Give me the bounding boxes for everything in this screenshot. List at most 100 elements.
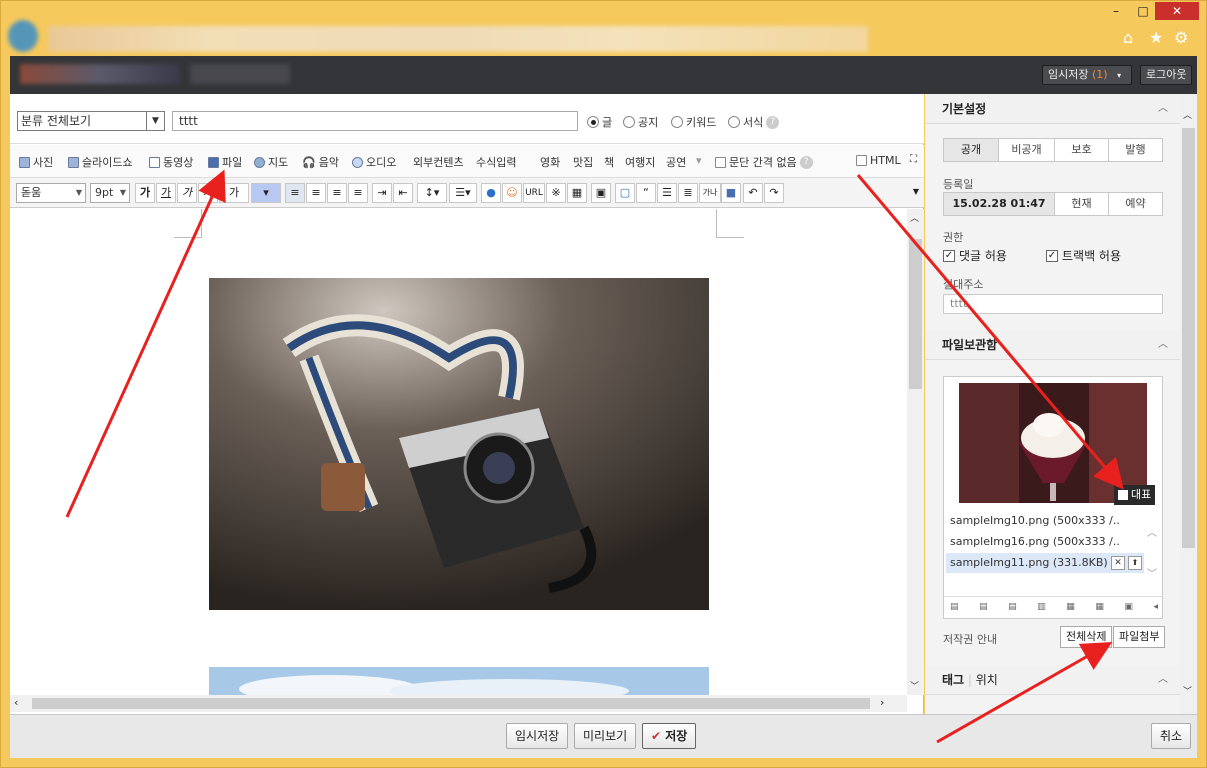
temp-save-list-button[interactable]: 임시저장 (1) ▾ <box>1042 65 1132 85</box>
radio-post[interactable]: 글 <box>587 114 612 130</box>
emoticon-icon[interactable]: ● <box>481 183 501 203</box>
category-select[interactable]: 분류 전체보기 ▼ <box>17 111 165 131</box>
star-icon[interactable]: ★ <box>1149 28 1163 47</box>
close-button[interactable]: ✕ <box>1155 2 1199 20</box>
editor-content[interactable] <box>10 209 907 695</box>
undo-icon[interactable]: ↶ <box>743 183 763 203</box>
layout-center-icon[interactable]: ▤ <box>979 602 988 612</box>
radio-notice[interactable]: 공지 <box>623 114 658 130</box>
divider-icon[interactable]: ☰ <box>657 183 677 203</box>
outdent-icon[interactable]: ⇤ <box>393 183 413 203</box>
chevron-down-icon[interactable]: ﹀ <box>1183 684 1192 697</box>
preview-button[interactable]: 미리보기 <box>574 723 637 749</box>
box-icon[interactable]: ▣ <box>591 183 611 203</box>
chevron-left-icon[interactable]: ‹ <box>14 696 18 709</box>
insert-show-button[interactable]: 공연 <box>666 154 686 170</box>
insert-formula-button[interactable]: 수식입력 <box>476 154 516 170</box>
file-storage-header[interactable]: 파일보관함 ︿ <box>925 330 1180 360</box>
list-icon[interactable]: ☰▾ <box>449 183 477 203</box>
text-color-button[interactable]: 가 <box>219 183 249 203</box>
regdate-reserve-button[interactable]: 예약 <box>1108 192 1163 216</box>
visibility-protected[interactable]: 보호 <box>1054 138 1109 162</box>
allow-trackback-checkbox[interactable]: ✓ 트랙백 허용 <box>1046 247 1121 264</box>
chevron-up-icon[interactable]: ︿ <box>1158 330 1168 360</box>
table-icon[interactable]: ▦ <box>567 183 587 203</box>
title-input[interactable]: tttt <box>172 111 578 131</box>
speaker-icon[interactable]: ◂ <box>1153 602 1158 612</box>
visibility-publish[interactable]: 발행 <box>1108 138 1163 162</box>
help-icon[interactable]: ? <box>766 115 780 129</box>
tag-tab[interactable]: 태그 <box>942 673 964 687</box>
layout-left-icon[interactable]: ▤ <box>950 602 959 612</box>
regdate-value[interactable]: 15.02.28 01:47 <box>943 192 1055 216</box>
save-icon[interactable]: ■ <box>721 183 741 203</box>
sky-photo[interactable] <box>209 667 709 695</box>
tag-location-header[interactable]: 태그 | 위치 ︿ <box>925 665 1180 695</box>
alias-input[interactable]: tttt <box>943 294 1163 314</box>
special-char-icon[interactable]: ※ <box>546 183 566 203</box>
redo-icon[interactable]: ↷ <box>764 183 784 203</box>
chevron-up-icon[interactable]: ︿ <box>910 211 919 224</box>
insert-travel-button[interactable]: 여행지 <box>625 154 655 170</box>
h-scroll-thumb[interactable] <box>32 698 870 709</box>
layout-full-icon[interactable]: ▥ <box>1037 602 1046 612</box>
copyright-label[interactable]: 저작권 안내 <box>943 631 997 647</box>
layout-slide-icon[interactable]: ▣ <box>1124 602 1133 612</box>
file-insert-icon[interactable]: ⬆ <box>1128 556 1142 570</box>
insert-music-button[interactable]: 🎧 음악 <box>302 154 339 170</box>
textbox-icon[interactable]: ▢ <box>615 183 635 203</box>
insert-movie-button[interactable]: 영화 <box>540 154 560 170</box>
cancel-button[interactable]: 취소 <box>1151 723 1192 749</box>
home-icon[interactable]: ⌂ <box>1123 28 1133 47</box>
insert-photo-button[interactable]: 사진 <box>19 154 53 170</box>
paragraph-spacing-toggle[interactable]: 문단 간격 없음? <box>715 154 813 170</box>
radio-keyword[interactable]: 키워드 <box>671 114 716 130</box>
insert-video-button[interactable]: 동영상 <box>149 154 193 170</box>
toolbar-expand-icon[interactable]: ▼ <box>906 183 926 203</box>
bg-color-button[interactable]: ▾ <box>251 183 281 203</box>
insert-external-button[interactable]: 외부컨텐츠 <box>413 154 464 170</box>
font-select[interactable]: 돋움 ▼ <box>16 183 86 203</box>
underline-button[interactable]: 가 <box>156 183 176 203</box>
file-delete-icon[interactable]: ✕ <box>1111 556 1125 570</box>
allow-comment-checkbox[interactable]: ✓ 댓글 허용 <box>943 247 1007 264</box>
temp-save-button[interactable]: 임시저장 <box>506 723 569 749</box>
url-button[interactable]: URL <box>523 183 545 203</box>
size-select[interactable]: 9pt ▼ <box>90 183 130 203</box>
spellcheck-icon[interactable]: 가나 <box>699 183 721 203</box>
smiley-icon[interactable]: ☺ <box>502 183 522 203</box>
quote-icon[interactable]: “ <box>636 183 656 203</box>
save-button[interactable]: ✔ 저장 <box>642 723 697 749</box>
fullscreen-icon[interactable]: ⛶ <box>910 154 917 165</box>
bold-button[interactable]: 가 <box>135 183 155 203</box>
insert-file-button[interactable]: 파일 <box>208 154 242 170</box>
scroll-thumb[interactable] <box>909 239 922 389</box>
radio-template[interactable]: 서식? <box>728 114 780 130</box>
chevron-up-icon[interactable]: ︿ <box>1158 94 1168 124</box>
chevron-up-icon[interactable]: ︿ <box>1147 524 1157 539</box>
editor-horizontal-scrollbar[interactable]: ‹ › <box>10 695 907 712</box>
camera-photo[interactable] <box>209 278 709 610</box>
chevron-right-icon[interactable]: › <box>880 696 884 709</box>
insert-map-button[interactable]: 지도 <box>254 154 288 170</box>
strike-button[interactable]: 가 <box>198 183 218 203</box>
visibility-private[interactable]: 비공개 <box>998 138 1055 162</box>
chevron-down-icon[interactable]: ﹀ <box>910 679 919 692</box>
file-item-1[interactable]: sampleImg10.png (500x333 /.. <box>946 511 1144 531</box>
insert-book-button[interactable]: 책 <box>604 154 614 170</box>
italic-button[interactable]: 가 <box>177 183 197 203</box>
layout-two-icon[interactable]: ▦ <box>1066 602 1075 612</box>
attach-file-button[interactable]: 파일첨부 <box>1113 626 1166 648</box>
more-dropdown-button[interactable]: ▾ <box>696 154 702 167</box>
align-right-icon[interactable]: ≡ <box>327 183 347 203</box>
editor-vertical-scrollbar[interactable]: ︿ ﹀ <box>907 209 924 695</box>
basic-settings-header[interactable]: 기본설정 ︿ <box>925 94 1180 124</box>
insert-slideshow-button[interactable]: 슬라이드쇼 <box>68 154 133 170</box>
sidebar-scroll-thumb[interactable] <box>1182 128 1195 548</box>
align-left-icon[interactable]: ≡ <box>285 183 305 203</box>
layout-right-icon[interactable]: ▤ <box>1008 602 1017 612</box>
insert-restaurant-button[interactable]: 맛집 <box>573 154 593 170</box>
help-icon[interactable]: ? <box>799 155 813 169</box>
insert-audio-button[interactable]: 오디오 <box>352 154 396 170</box>
layout-three-icon[interactable]: ▦ <box>1095 602 1104 612</box>
